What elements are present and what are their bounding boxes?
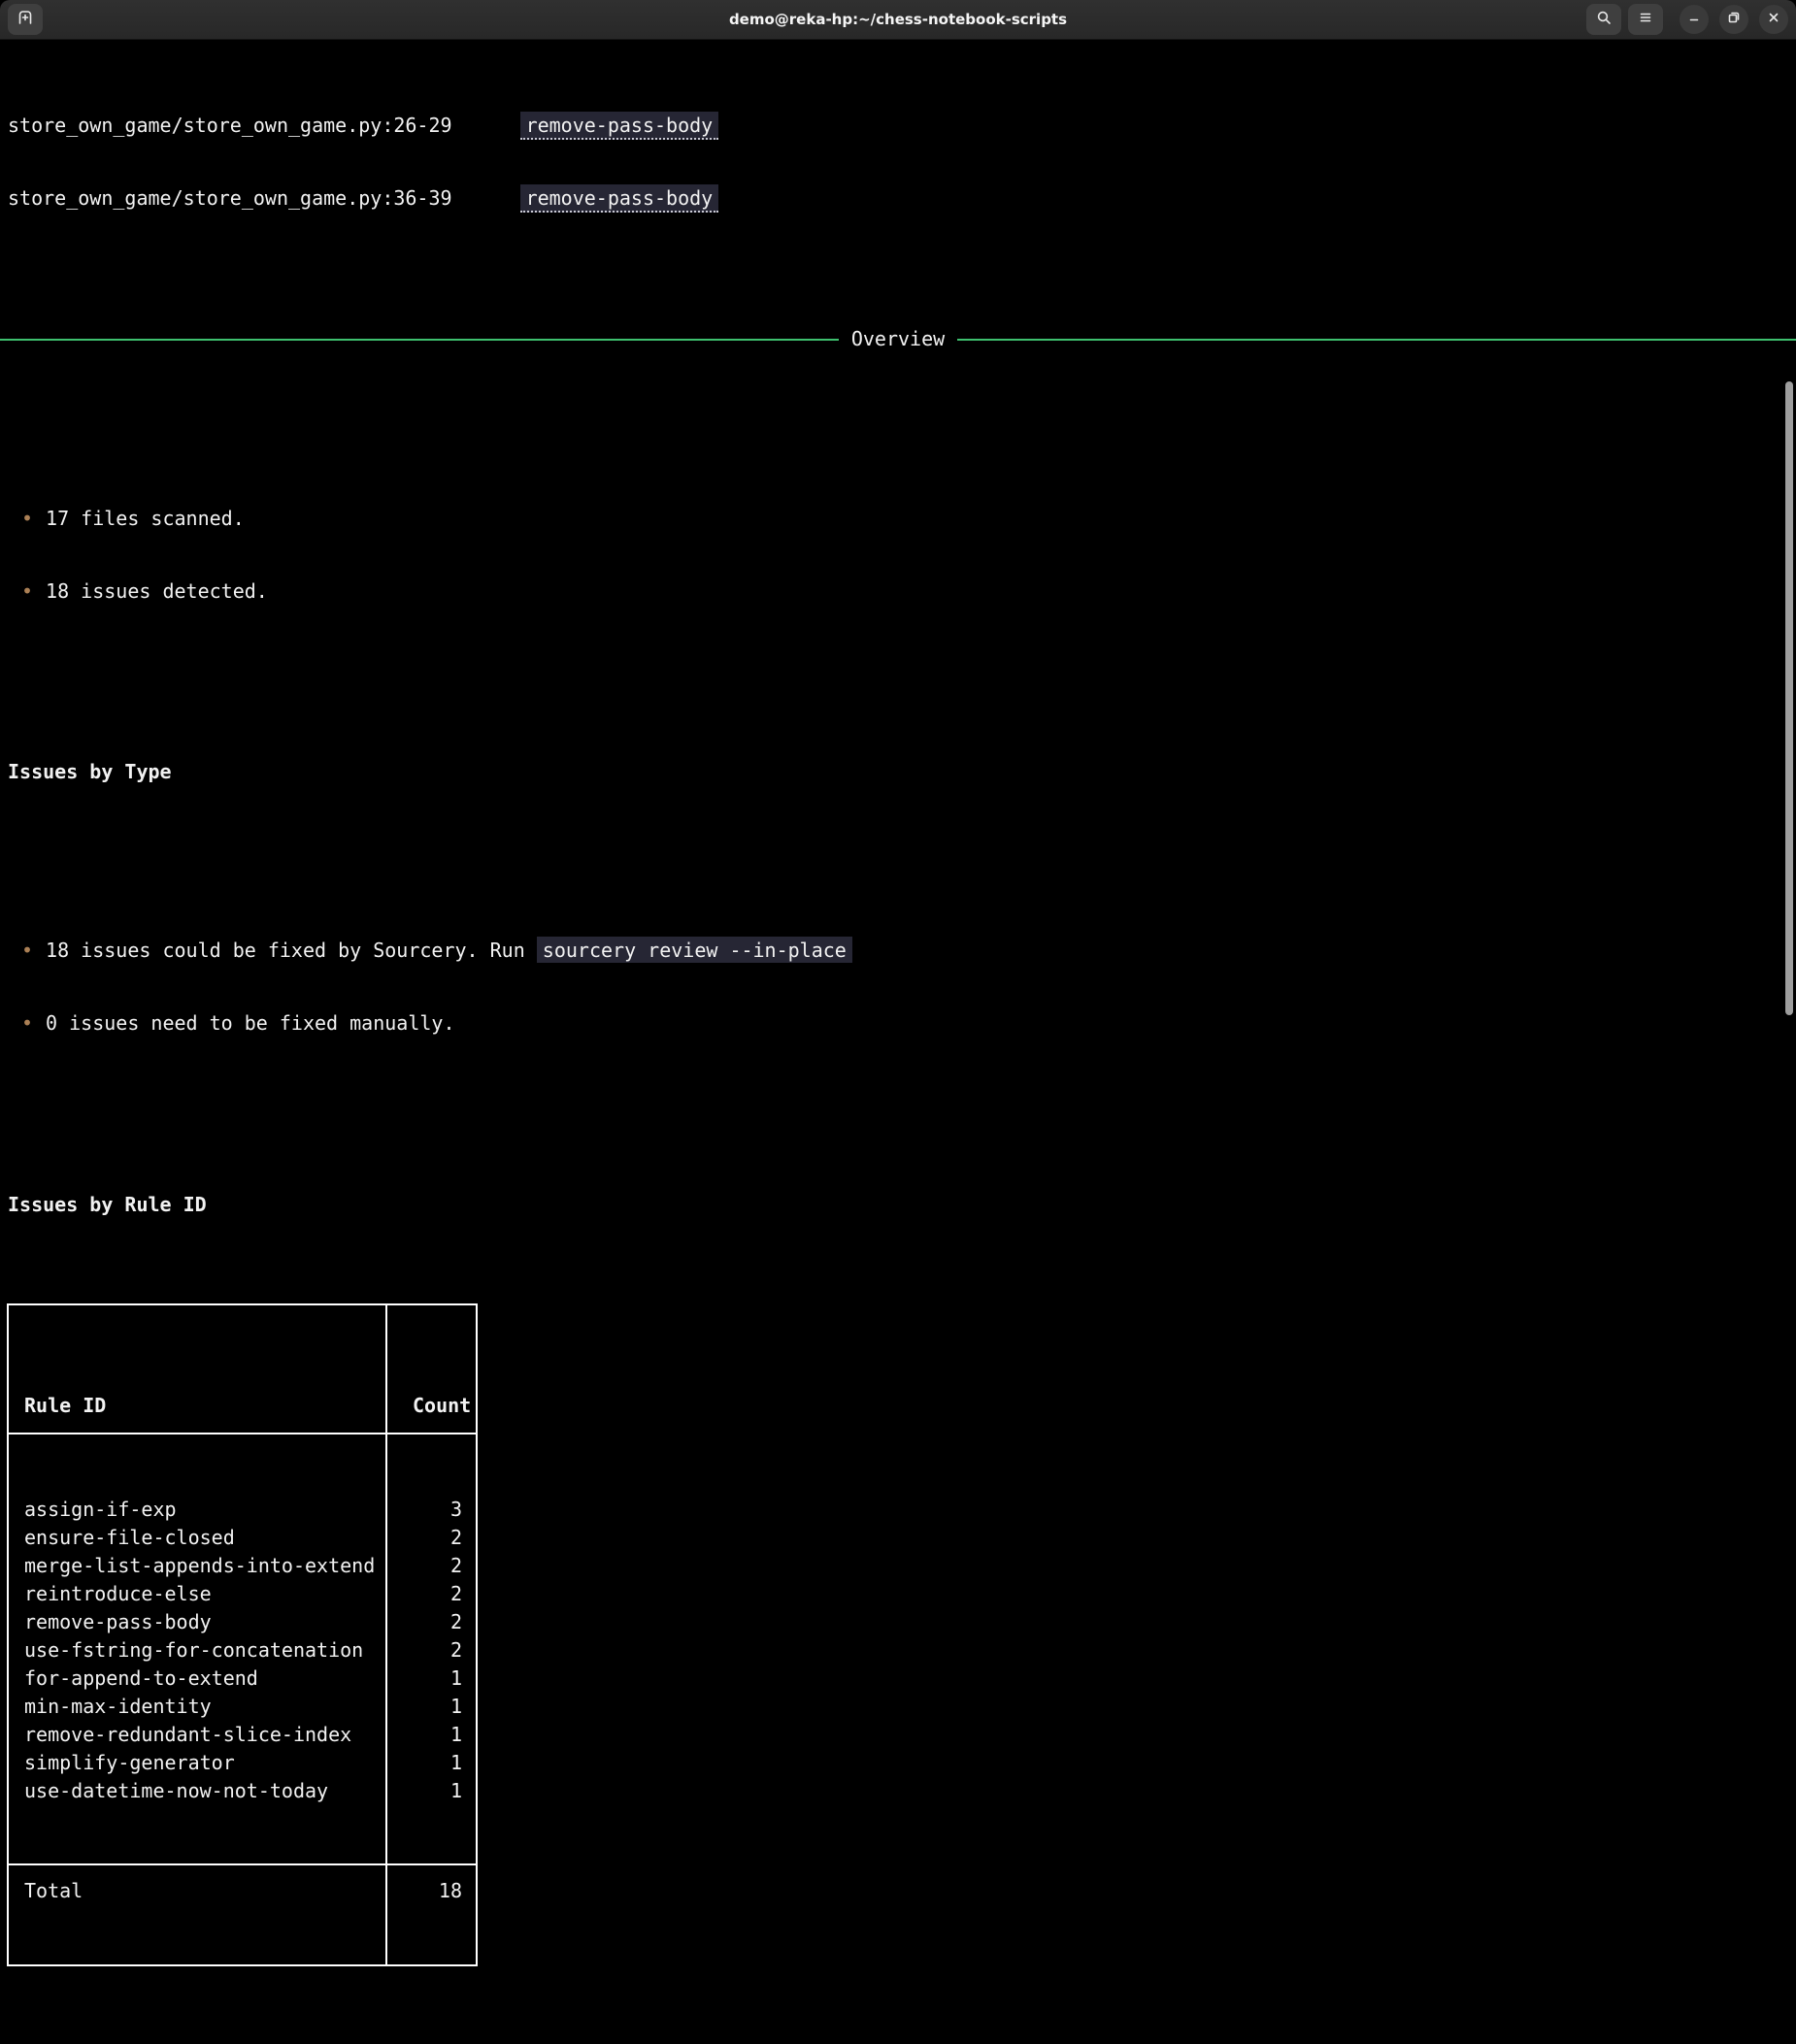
count-cell: 1 — [387, 1749, 476, 1777]
bullet-icon: • — [21, 939, 33, 962]
table-column-divider — [385, 1305, 387, 1964]
column-header-rule-id: Rule ID — [9, 1394, 387, 1418]
rule-table-body: assign-if-exp3ensure-file-closed2merge-l… — [9, 1483, 476, 1815]
table-total-row: Total 18 — [9, 1863, 476, 1916]
search-button[interactable] — [1586, 4, 1621, 35]
rule-id-table: Rule ID Count assign-if-exp3ensure-file-… — [7, 1303, 478, 1966]
new-tab-icon — [16, 8, 35, 31]
count-cell: 2 — [387, 1636, 476, 1665]
scrollback-line: store_own_game/store_own_game.py:36-39 re… — [8, 186, 1796, 211]
rule-id-cell: simplify-generator — [9, 1749, 387, 1777]
table-row: merge-list-appends-into-extend2 — [9, 1552, 476, 1580]
scrollbar-thumb[interactable] — [1785, 381, 1793, 1015]
rule-id-cell: remove-pass-body — [9, 1608, 387, 1636]
search-icon — [1596, 10, 1612, 29]
table-row: remove-pass-body2 — [9, 1608, 476, 1636]
table-row: for-append-to-extend1 — [9, 1665, 476, 1693]
count-cell: 1 — [387, 1777, 476, 1805]
rule-id-cell: assign-if-exp — [9, 1496, 387, 1524]
terminal-content[interactable]: store_own_game/store_own_game.py:26-29re… — [0, 40, 1796, 1022]
file-location: store_own_game/store_own_game.py:26-29 — [8, 114, 452, 137]
table-row: simplify-generator1 — [9, 1749, 476, 1777]
bullet-icon: • — [21, 507, 33, 530]
files-scanned-text: 17 files scanned. — [46, 507, 245, 530]
table-row: min-max-identity1 — [9, 1693, 476, 1721]
manual-issues-bullet: • 0 issues need to be fixed manually. — [8, 1011, 1796, 1036]
overview-section-title: Overview — [851, 327, 945, 351]
close-icon — [1766, 10, 1781, 29]
bullet-icon: • — [21, 1011, 33, 1035]
fixable-issues-text: 18 issues could be fixed by Sourcery. Ru… — [46, 939, 537, 962]
table-row: use-fstring-for-concatenation2 — [9, 1636, 476, 1665]
count-cell: 2 — [387, 1608, 476, 1636]
table-header-row: Rule ID Count — [9, 1378, 476, 1434]
rule-id-cell: remove-redundant-slice-index — [9, 1721, 387, 1749]
restore-window-icon — [1726, 10, 1742, 29]
rule-segment-right — [957, 339, 1796, 341]
fixable-issues-bullet: • 18 issues could be fixed by Sourcery. R… — [8, 939, 1796, 963]
rule-id-link[interactable]: remove-pass-body — [520, 112, 719, 140]
table-row: ensure-file-closed2 — [9, 1524, 476, 1552]
rule-id-cell: for-append-to-extend — [9, 1665, 387, 1693]
scrollback-line: store_own_game/store_own_game.py:26-29 re… — [8, 114, 1796, 138]
bullet-icon: • — [21, 579, 33, 603]
rule-id-cell: merge-list-appends-into-extend — [9, 1552, 387, 1580]
window-title: demo@reka-hp:~/chess-notebook-scripts — [0, 0, 1796, 39]
column-header-count: Count — [387, 1394, 476, 1418]
file-location: store_own_game/store_own_game.py:36-39 — [8, 186, 452, 210]
hamburger-menu-icon — [1638, 10, 1653, 29]
rule-segment-left — [0, 339, 839, 341]
count-cell: 2 — [387, 1580, 476, 1608]
table-row: assign-if-exp3 — [9, 1496, 476, 1524]
rule-id-cell: reintroduce-else — [9, 1580, 387, 1608]
count-cell: 2 — [387, 1524, 476, 1552]
table-row: use-datetime-now-not-today1 — [9, 1777, 476, 1805]
overview-section-rule: Overview — [0, 327, 1796, 351]
titlebar: demo@reka-hp:~/chess-notebook-scripts — [0, 0, 1796, 40]
total-label: Total — [9, 1879, 387, 1903]
count-cell: 1 — [387, 1665, 476, 1693]
issues-by-rule-heading: Issues by Rule ID — [8, 1193, 1796, 1217]
rule-id-cell: min-max-identity — [9, 1693, 387, 1721]
rule-id-cell: ensure-file-closed — [9, 1524, 387, 1552]
new-tab-button[interactable] — [8, 4, 43, 35]
maximize-button[interactable] — [1719, 5, 1748, 34]
table-row: remove-redundant-slice-index1 — [9, 1721, 476, 1749]
count-cell: 1 — [387, 1721, 476, 1749]
minimize-button[interactable] — [1680, 5, 1709, 34]
sourcery-command-code: sourcery review --in-place — [537, 937, 852, 963]
rule-id-cell: use-fstring-for-concatenation — [9, 1636, 387, 1665]
minimize-icon — [1686, 10, 1702, 29]
rule-id-cell: use-datetime-now-not-today — [9, 1777, 387, 1805]
rule-id-link[interactable]: remove-pass-body — [520, 184, 719, 213]
count-cell: 3 — [387, 1496, 476, 1524]
table-row: reintroduce-else2 — [9, 1580, 476, 1608]
issues-detected-text: 18 issues detected. — [46, 579, 268, 603]
manual-issues-text: 0 issues need to be fixed manually. — [46, 1011, 454, 1035]
count-cell: 1 — [387, 1693, 476, 1721]
count-cell: 2 — [387, 1552, 476, 1580]
issues-by-type-heading: Issues by Type — [8, 760, 1796, 784]
overview-bullet: • 18 issues detected. — [8, 579, 1796, 604]
close-button[interactable] — [1759, 5, 1788, 34]
overview-bullet: • 17 files scanned. — [8, 507, 1796, 531]
total-value: 18 — [387, 1879, 476, 1903]
menu-button[interactable] — [1628, 4, 1663, 35]
